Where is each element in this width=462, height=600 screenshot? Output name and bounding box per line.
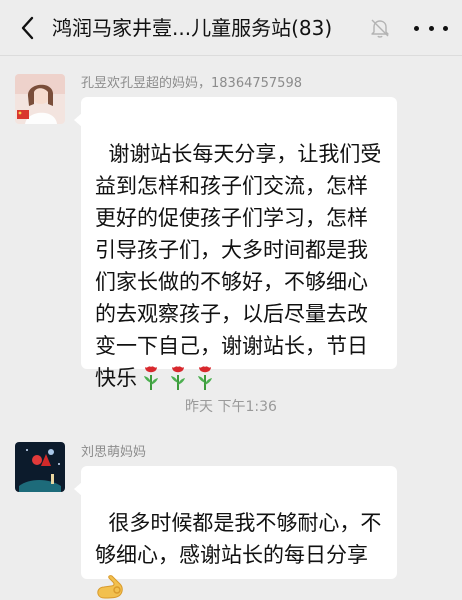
avatar[interactable] [15, 442, 65, 492]
chat-title[interactable]: 鸿润马家井壹...儿童服务站(83) [52, 15, 382, 41]
chevron-left-icon [21, 16, 34, 40]
rose-icon [144, 366, 158, 390]
bell-muted-icon [371, 19, 389, 38]
back-button[interactable] [10, 10, 44, 46]
more-options-button[interactable] [414, 16, 448, 40]
avatar-image [15, 74, 65, 124]
message-bubble[interactable]: 很多时候都是我不够耐心，不够细心，感谢站长的每日分享 [74, 466, 397, 599]
chat-header: 鸿润马家井壹...儿童服务站(83) [0, 0, 462, 56]
avatar[interactable] [15, 74, 65, 124]
rose-icon [198, 366, 212, 390]
avatar-image [15, 442, 65, 492]
rose-icon [171, 366, 185, 390]
chat-timestamp: 昨天 下午1:36 [185, 399, 277, 415]
ok-hand-icon [97, 575, 123, 599]
message-text: 很多时候都是我不够耐心，不够细心，感谢站长的每日分享 [95, 511, 382, 567]
sender-name: 刘思萌妈妈 [81, 445, 147, 460]
message-text: 谢谢站长每天分享，让我们受益到怎样和孩子们交流，怎样更好的促使孩子们学习，怎样引… [95, 142, 382, 390]
message-bubble[interactable]: 谢谢站长每天分享，让我们受益到怎样和孩子们交流，怎样更好的促使孩子们学习，怎样引… [74, 97, 397, 390]
more-dots-icon [414, 25, 419, 31]
sender-name: 孔昱欢孔昱超的妈妈，18364757598 [81, 76, 302, 91]
